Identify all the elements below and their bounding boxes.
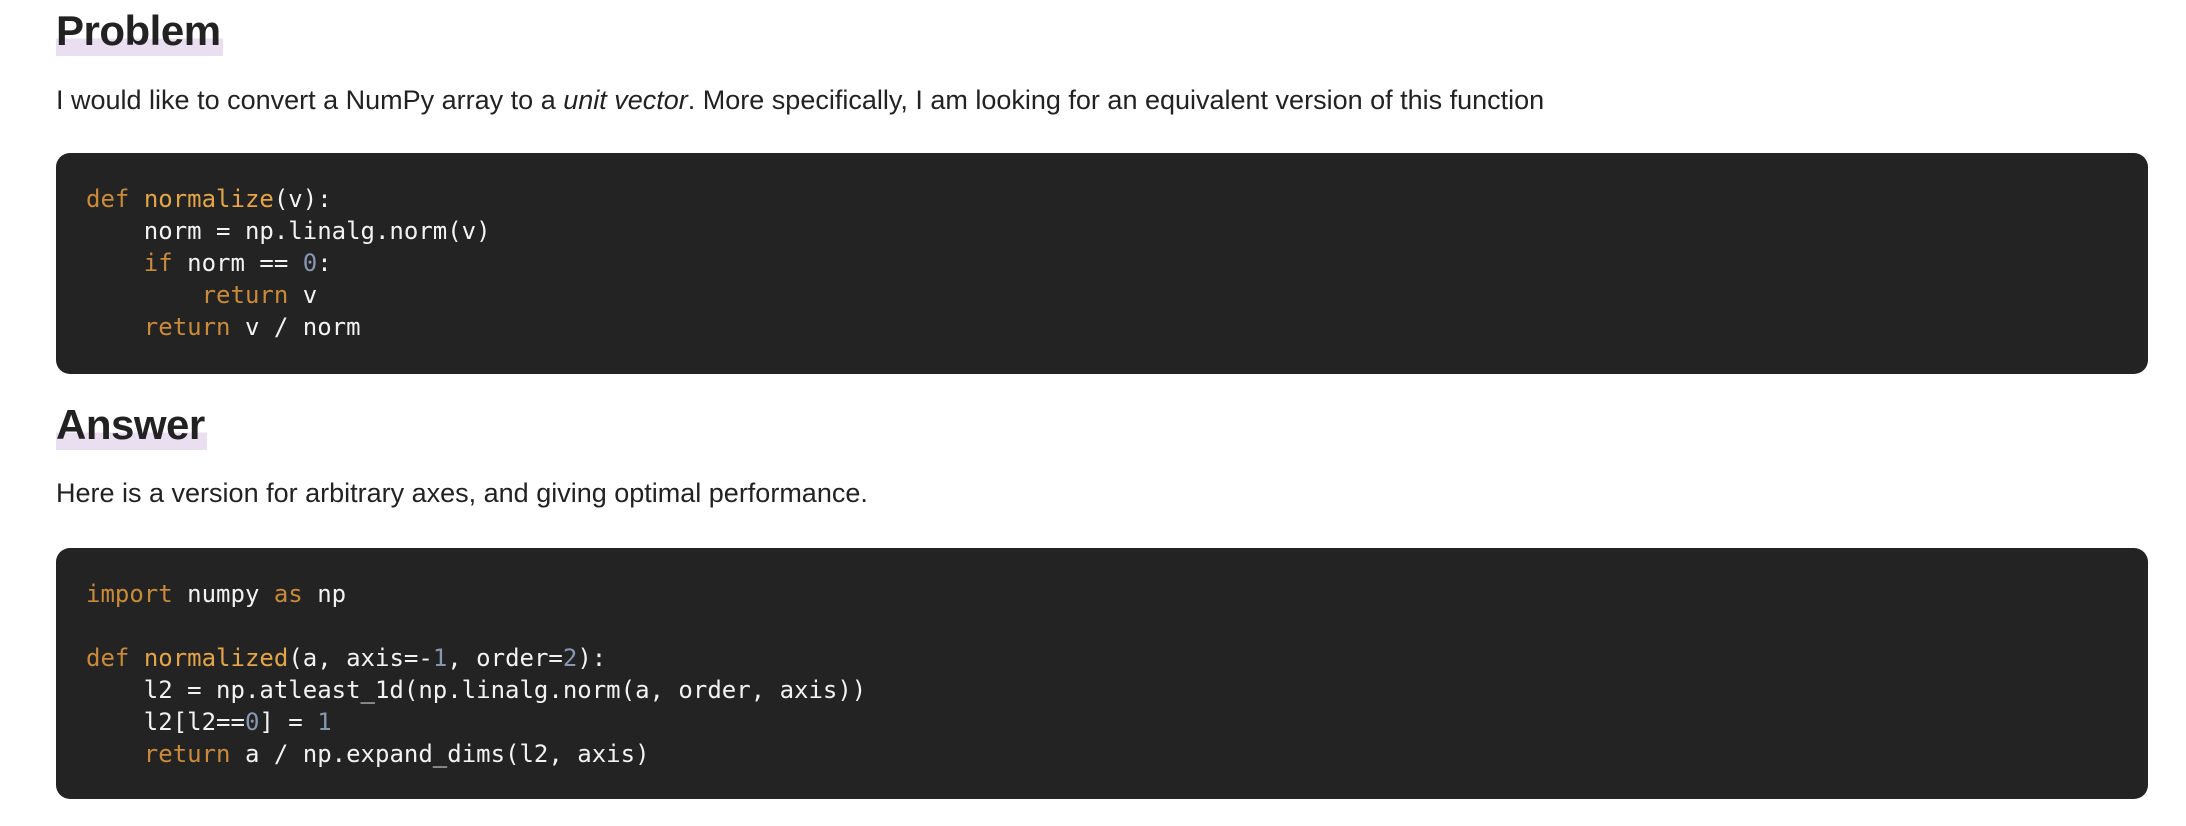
code-token-kw: return [143, 740, 231, 768]
code-line: l2 = np.atleast_1d(np.linalg.norm(a, ord… [86, 674, 2118, 706]
problem-text-before: I would like to convert a NumPy array to… [56, 85, 564, 115]
code-line: if norm == 0: [86, 247, 2118, 279]
code-token-plain: v / norm [230, 313, 361, 341]
code-token-num: 2 [562, 644, 578, 672]
code-token-num: 0 [244, 708, 260, 736]
code-token-plain: ): [577, 644, 607, 672]
code-token-kw: as [273, 580, 303, 608]
code-line: return a / np.expand_dims(l2, axis) [86, 738, 2118, 770]
code-token-plain: : [317, 249, 332, 277]
code-token-num: 0 [302, 249, 318, 277]
code-token-plain: (a, axis=- [288, 644, 433, 672]
answer-description: Here is a version for arbitrary axes, an… [56, 478, 868, 508]
code-token-kw: def [86, 185, 130, 213]
code-line: l2[l2==0] = 1 [86, 706, 2118, 738]
code-token-kw: return [201, 281, 289, 309]
code-line: def normalize(v): [86, 183, 2118, 215]
code-line: import numpy as np [86, 578, 2118, 610]
code-token-kw: import [86, 580, 173, 608]
code-token-fn: normalized [143, 644, 289, 672]
problem-description: I would like to convert a NumPy array to… [56, 84, 1544, 116]
code-token-num: 1 [317, 708, 332, 736]
code-token-kw: def [86, 644, 130, 672]
code-token-plain: l2[l2== [86, 708, 245, 736]
code-token-plain: norm = np.linalg.norm(v) [86, 217, 491, 245]
problem-code-block: def normalize(v): norm = np.linalg.norm(… [56, 153, 2148, 374]
code-token-plain: ] = [259, 708, 318, 736]
code-token-plain: v [288, 281, 318, 309]
code-token-plain: (v): [273, 185, 332, 213]
problem-heading: Problem [56, 7, 223, 56]
code-token-fn: normalize [143, 185, 274, 213]
answer-code-block: import numpy as np def normalized(a, axis… [56, 548, 2148, 799]
code-token-plain: norm == [172, 249, 303, 277]
problem-text-emphasis: unit vector [563, 85, 688, 115]
code-line: norm = np.linalg.norm(v) [86, 215, 2118, 247]
code-token-plain: numpy [172, 580, 274, 608]
code-token-plain: a / np.expand_dims(l2, axis) [230, 740, 650, 768]
code-token-num: 1 [432, 644, 448, 672]
code-line: return v / norm [86, 311, 2118, 343]
problem-text-after: . More specifically, I am looking for an… [687, 85, 1545, 115]
code-token-kw: return [143, 313, 231, 341]
code-token-kw: if [143, 249, 173, 277]
code-token-plain: , order= [447, 644, 563, 672]
code-token-plain: l2 = np.atleast_1d(np.linalg.norm(a, ord… [86, 676, 867, 704]
code-line: def normalized(a, axis=-1, order=2): [86, 642, 2118, 674]
code-token-plain: np [302, 580, 347, 608]
code-line: return v [86, 279, 2118, 311]
answer-heading: Answer [56, 401, 207, 450]
